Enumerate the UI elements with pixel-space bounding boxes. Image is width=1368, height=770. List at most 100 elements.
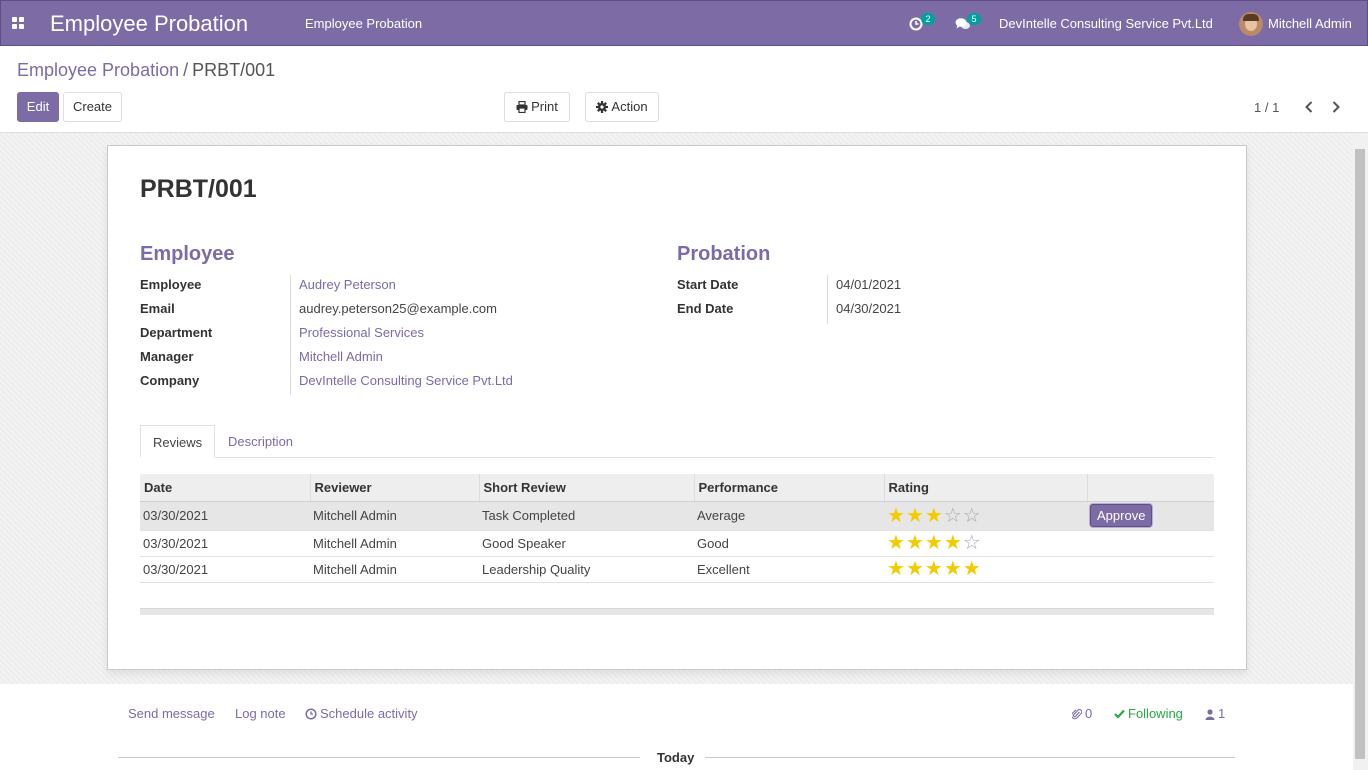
breadcrumb-parent-link[interactable]: Employee Probation bbox=[17, 60, 179, 80]
paperclip-icon bbox=[1071, 709, 1083, 720]
followers-button[interactable]: 1 bbox=[1205, 706, 1225, 721]
probation-group-divider bbox=[827, 275, 828, 324]
employee-label: Employee bbox=[140, 277, 202, 292]
company-link[interactable]: DevIntelle Consulting Service Pvt.Ltd bbox=[299, 373, 513, 388]
star-empty-icon[interactable]: ☆ bbox=[963, 505, 982, 527]
star-filled-icon[interactable]: ★ bbox=[906, 532, 925, 554]
cell-reviewer: Mitchell Admin bbox=[310, 501, 479, 531]
end-date-value: 04/30/2021 bbox=[836, 301, 902, 316]
star-filled-icon[interactable]: ★ bbox=[887, 558, 906, 580]
scrollbar[interactable] bbox=[1353, 133, 1368, 770]
star-filled-icon[interactable]: ★ bbox=[925, 532, 944, 554]
email-label: Email bbox=[140, 301, 175, 316]
rating-stars[interactable]: ★★★☆☆ bbox=[887, 505, 982, 527]
star-filled-icon[interactable]: ★ bbox=[906, 505, 925, 527]
column-header-date[interactable]: Date bbox=[140, 474, 310, 502]
record-title: PRBT/001 bbox=[140, 175, 257, 203]
employee-link[interactable]: Audrey Peterson bbox=[299, 277, 396, 292]
manager-link[interactable]: Mitchell Admin bbox=[299, 349, 383, 364]
cell-rating: ★★★☆☆ bbox=[884, 501, 1087, 531]
activity-button[interactable]: 2 bbox=[909, 13, 941, 34]
cell-date: 03/30/2021 bbox=[140, 556, 310, 583]
chevron-right-icon[interactable] bbox=[1330, 100, 1342, 114]
divider-right bbox=[705, 757, 1235, 758]
email-value: audrey.peterson25@example.com bbox=[299, 301, 497, 316]
scrollbar-thumb[interactable] bbox=[1355, 149, 1365, 759]
star-empty-icon[interactable]: ☆ bbox=[963, 532, 982, 554]
reviews-table: Date Reviewer Short Review Performance R… bbox=[140, 474, 1214, 583]
cell-rating: ★★★★☆ bbox=[884, 530, 1087, 557]
manager-label: Manager bbox=[140, 349, 194, 364]
cell-action bbox=[1087, 530, 1214, 557]
company-switcher[interactable]: DevIntelle Consulting Service Pvt.Ltd bbox=[999, 16, 1213, 31]
cell-reviewer: Mitchell Admin bbox=[310, 530, 479, 557]
form-sheet bbox=[107, 145, 1247, 670]
action-button[interactable]: Action bbox=[585, 92, 659, 122]
star-filled-icon[interactable]: ★ bbox=[887, 532, 906, 554]
table-row[interactable]: 03/30/2021 Mitchell Admin Task Completed… bbox=[140, 501, 1214, 531]
rating-stars[interactable]: ★★★★★ bbox=[887, 558, 982, 580]
schedule-activity-label: Schedule activity bbox=[320, 706, 418, 721]
log-note-button[interactable]: Log note bbox=[235, 706, 286, 721]
print-button[interactable]: Print bbox=[504, 92, 570, 122]
star-filled-icon[interactable]: ★ bbox=[925, 505, 944, 527]
following-label: Following bbox=[1128, 706, 1183, 721]
cell-performance: Good bbox=[694, 530, 884, 557]
rating-stars[interactable]: ★★★★☆ bbox=[887, 532, 982, 554]
start-date-label: Start Date bbox=[677, 277, 739, 292]
activity-count-badge: 2 bbox=[921, 13, 935, 25]
star-empty-icon[interactable]: ☆ bbox=[944, 505, 963, 527]
schedule-activity-button[interactable]: Schedule activity bbox=[305, 706, 418, 721]
today-separator: Today bbox=[657, 750, 695, 765]
star-filled-icon[interactable]: ★ bbox=[944, 558, 963, 580]
menu-employee-probation[interactable]: Employee Probation bbox=[305, 16, 422, 31]
star-filled-icon[interactable]: ★ bbox=[925, 558, 944, 580]
create-button[interactable]: Create bbox=[63, 92, 122, 122]
column-header-short-review[interactable]: Short Review bbox=[478, 474, 694, 502]
table-footer bbox=[140, 608, 1214, 615]
star-filled-icon[interactable]: ★ bbox=[944, 532, 963, 554]
table-row[interactable]: 03/30/2021 Mitchell Admin Leadership Qua… bbox=[140, 556, 1214, 583]
star-filled-icon[interactable]: ★ bbox=[906, 558, 925, 580]
breadcrumb-current: PRBT/001 bbox=[192, 60, 276, 80]
attachments-button[interactable]: 0 bbox=[1071, 706, 1093, 721]
table-header-row: Date Reviewer Short Review Performance R… bbox=[140, 474, 1214, 502]
divider-left bbox=[118, 757, 640, 758]
apps-menu-icon[interactable] bbox=[12, 17, 25, 30]
employee-group-title: Employee bbox=[140, 243, 235, 265]
star-filled-icon[interactable]: ★ bbox=[887, 505, 906, 527]
cell-date: 03/30/2021 bbox=[140, 501, 310, 531]
column-header-rating[interactable]: Rating bbox=[883, 474, 1087, 502]
department-link[interactable]: Professional Services bbox=[299, 325, 424, 340]
app-title[interactable]: Employee Probation bbox=[50, 11, 248, 37]
top-navbar: Employee Probation Employee Probation 2 … bbox=[0, 0, 1368, 46]
column-header-reviewer[interactable]: Reviewer bbox=[309, 474, 479, 502]
employee-group-divider bbox=[290, 275, 291, 395]
user-menu[interactable]: Mitchell Admin bbox=[1268, 16, 1352, 31]
followers-count: 1 bbox=[1218, 706, 1226, 721]
tab-description[interactable]: Description bbox=[216, 425, 305, 458]
check-icon bbox=[1114, 709, 1125, 719]
approve-button[interactable]: Approve bbox=[1090, 504, 1153, 527]
cell-short-review: Task Completed bbox=[479, 501, 694, 531]
printer-icon bbox=[516, 100, 528, 114]
breadcrumb-separator: / bbox=[183, 60, 189, 80]
user-avatar[interactable] bbox=[1239, 12, 1263, 36]
column-header-actions bbox=[1086, 474, 1214, 502]
pager-value[interactable]: 1 / 1 bbox=[1254, 100, 1279, 115]
company-label: Company bbox=[140, 373, 200, 388]
table-row[interactable]: 03/30/2021 Mitchell Admin Good Speaker G… bbox=[140, 530, 1214, 557]
star-filled-icon[interactable]: ★ bbox=[963, 558, 982, 580]
following-button[interactable]: Following bbox=[1114, 706, 1183, 721]
tab-reviews[interactable]: Reviews bbox=[140, 425, 216, 458]
chevron-left-icon[interactable] bbox=[1303, 100, 1315, 114]
messages-count-badge: 5 bbox=[967, 13, 981, 25]
messages-button[interactable]: 5 bbox=[955, 13, 987, 34]
attachments-count: 0 bbox=[1085, 706, 1093, 721]
cell-performance: Excellent bbox=[694, 556, 884, 583]
send-message-button[interactable]: Send message bbox=[128, 706, 215, 721]
edit-button[interactable]: Edit bbox=[17, 92, 59, 122]
action-label: Action bbox=[611, 99, 648, 114]
column-header-performance[interactable]: Performance bbox=[693, 474, 884, 502]
clock-icon bbox=[305, 708, 317, 720]
